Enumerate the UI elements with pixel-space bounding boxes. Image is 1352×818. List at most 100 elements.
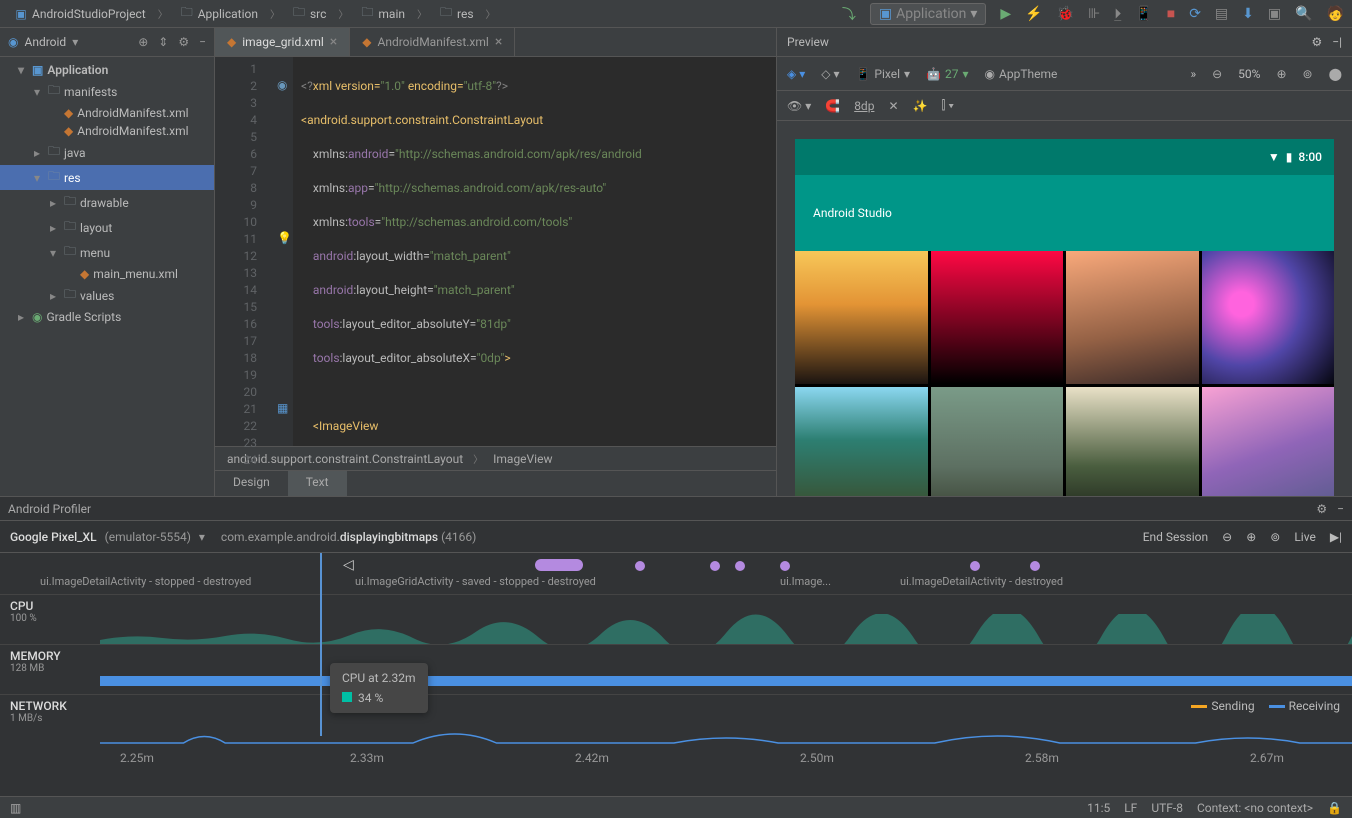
- breadcrumb-item[interactable]: ▣AndroidStudioProject: [8, 5, 152, 23]
- lock-icon[interactable]: 🔒: [1327, 801, 1342, 815]
- infer-constraints-icon[interactable]: ✨: [913, 99, 928, 113]
- tree-layout[interactable]: ▸🗀layout: [0, 215, 214, 240]
- breadcrumb-item[interactable]: 🗀res: [433, 5, 480, 23]
- tree-res[interactable]: ▾🗀res: [0, 165, 214, 190]
- grid-image[interactable]: [1066, 251, 1199, 384]
- search-icon[interactable]: 🔍: [1295, 6, 1312, 22]
- gear-icon[interactable]: ⚙: [178, 35, 189, 49]
- default-margin[interactable]: 8dp: [854, 99, 874, 113]
- zoom-fit-icon[interactable]: ⊚: [1303, 67, 1313, 81]
- gear-icon[interactable]: ⚙: [1316, 502, 1327, 516]
- line-ending[interactable]: LF: [1124, 801, 1137, 815]
- avatar-icon[interactable]: 🧑: [1327, 6, 1344, 22]
- tree-gradle[interactable]: ▸◉Gradle Scripts: [0, 308, 214, 326]
- tab-android-manifest[interactable]: ◆AndroidManifest.xml×: [350, 28, 515, 56]
- breadcrumb-element[interactable]: ImageView: [493, 452, 552, 466]
- grid-image[interactable]: [1202, 387, 1335, 497]
- code-content[interactable]: <?xml version="1.0" encoding="utf-8"?> <…: [293, 57, 776, 446]
- event-marker[interactable]: [710, 561, 720, 571]
- avd-icon[interactable]: ▤: [1215, 6, 1228, 22]
- element-breadcrumb[interactable]: android.support.constraint.ConstraintLay…: [215, 446, 776, 470]
- profiler-device-name[interactable]: Google Pixel_XL: [10, 530, 97, 544]
- tree-manifests[interactable]: ▾🗀manifests: [0, 79, 214, 104]
- grid-image[interactable]: [1202, 251, 1335, 384]
- live-button[interactable]: Live: [1294, 530, 1315, 544]
- sidebar-mode[interactable]: Android: [24, 35, 66, 49]
- gear-icon[interactable]: ⚙: [1311, 35, 1322, 49]
- device-selector[interactable]: 📱 Pixel ▾: [855, 67, 910, 81]
- breadcrumb-element[interactable]: android.support.constraint.ConstraintLay…: [227, 452, 463, 466]
- grid-image[interactable]: [931, 387, 1064, 497]
- structure-icon[interactable]: ▣: [1268, 6, 1281, 22]
- target-icon[interactable]: ⊕: [138, 35, 148, 49]
- zoom-out-icon[interactable]: ⊖: [1222, 530, 1232, 544]
- code-editor[interactable]: 123456789101112131415161718192021222324 …: [215, 57, 776, 446]
- event-marker[interactable]: [780, 561, 790, 571]
- dropdown-icon[interactable]: ▾: [72, 35, 78, 49]
- clear-constraints-icon[interactable]: ✕: [888, 99, 898, 113]
- surface-icon[interactable]: ◈ ▾: [787, 67, 805, 81]
- eye-icon[interactable]: 👁 ▾: [787, 99, 811, 113]
- network-track[interactable]: NETWORK 1 MB/s SendingReceiving: [0, 695, 1352, 745]
- stop-icon[interactable]: ■: [1167, 5, 1175, 22]
- tree-manifest-file[interactable]: ◆AndroidManifest.xml: [0, 122, 214, 140]
- theme-selector[interactable]: ◉ AppTheme: [985, 67, 1058, 81]
- event-marker[interactable]: [970, 561, 980, 571]
- sdk-icon[interactable]: ⬇: [1242, 6, 1254, 22]
- sync-icon[interactable]: ⟳: [1189, 6, 1201, 22]
- magnet-icon[interactable]: 🧲: [825, 99, 840, 113]
- profiler-package[interactable]: displayingbitmaps: [340, 530, 438, 544]
- project-tree[interactable]: ▾▣Application ▾🗀manifests ◆AndroidManife…: [0, 57, 214, 330]
- debug-icon[interactable]: 🐞: [1057, 6, 1074, 22]
- tab-image-grid[interactable]: ◆image_grid.xml×: [215, 28, 350, 56]
- zoom-out-icon[interactable]: ⊖: [1212, 67, 1222, 81]
- hide-icon[interactable]: −: [1337, 502, 1344, 516]
- hide-icon[interactable]: −|: [1332, 35, 1342, 49]
- tree-menu[interactable]: ▾🗀menu: [0, 240, 214, 265]
- grid-image[interactable]: [795, 251, 928, 384]
- go-live-icon[interactable]: ▶|: [1330, 530, 1342, 544]
- cursor-position[interactable]: 11:5: [1087, 801, 1110, 815]
- attach-icon[interactable]: ⏵̲: [1114, 6, 1121, 22]
- event-marker[interactable]: [1030, 561, 1040, 571]
- warning-icon[interactable]: ⬤: [1329, 67, 1342, 81]
- dropdown-icon[interactable]: ▾: [199, 530, 205, 544]
- tree-app[interactable]: ▾▣Application: [0, 61, 214, 79]
- profile-icon[interactable]: ⊪: [1088, 6, 1100, 22]
- timeline-cursor[interactable]: [320, 553, 322, 736]
- apply-changes-icon[interactable]: ⚡: [1025, 6, 1042, 22]
- tree-java[interactable]: ▸🗀java: [0, 140, 214, 165]
- api-selector[interactable]: 🤖 27 ▾: [926, 67, 968, 81]
- image-icon[interactable]: ▦: [277, 401, 291, 415]
- tab-design[interactable]: Design: [215, 471, 288, 496]
- breadcrumb-item[interactable]: 🗀Application: [174, 5, 264, 23]
- run-config-selector[interactable]: ▣Application ▾: [870, 3, 987, 25]
- memory-track[interactable]: MEMORY 128 MB: [0, 645, 1352, 695]
- layout-icon[interactable]: ▥: [10, 801, 21, 815]
- info-icon[interactable]: ◉: [277, 78, 291, 92]
- bulb-icon[interactable]: 💡: [277, 231, 291, 245]
- hide-icon[interactable]: −: [199, 35, 206, 49]
- zoom-in-icon[interactable]: ⊕: [1246, 530, 1256, 544]
- tree-mainmenu[interactable]: ◆main_menu.xml: [0, 265, 214, 283]
- more-icon[interactable]: »: [1190, 67, 1196, 81]
- make-icon[interactable]: ⤵: [842, 4, 856, 24]
- collapse-icon[interactable]: ⇕: [158, 35, 168, 49]
- breadcrumb-item[interactable]: 🗀src: [286, 5, 332, 23]
- zoom-in-icon[interactable]: ⊕: [1276, 67, 1286, 81]
- align-icon[interactable]: ⫿ ▾: [941, 98, 954, 113]
- encoding[interactable]: UTF-8: [1151, 801, 1183, 815]
- tab-text[interactable]: Text: [288, 471, 347, 496]
- grid-image[interactable]: [931, 251, 1064, 384]
- device-frame[interactable]: ▼ ▮ 8:00 Android Studio: [795, 139, 1334, 496]
- profiler-timeline[interactable]: ◁ ui.ImageDetailActivity - stopped - des…: [0, 553, 1352, 796]
- run-icon[interactable]: ▶: [1000, 6, 1011, 22]
- event-marker[interactable]: [735, 561, 745, 571]
- device-icon[interactable]: 📱: [1135, 6, 1152, 22]
- tree-manifest-file[interactable]: ◆AndroidManifest.xml: [0, 104, 214, 122]
- tree-drawable[interactable]: ▸🗀drawable: [0, 190, 214, 215]
- event-marker[interactable]: [635, 561, 645, 571]
- event-marker[interactable]: [535, 559, 583, 571]
- grid-image[interactable]: [795, 387, 928, 497]
- context[interactable]: Context: <no context>: [1197, 801, 1313, 815]
